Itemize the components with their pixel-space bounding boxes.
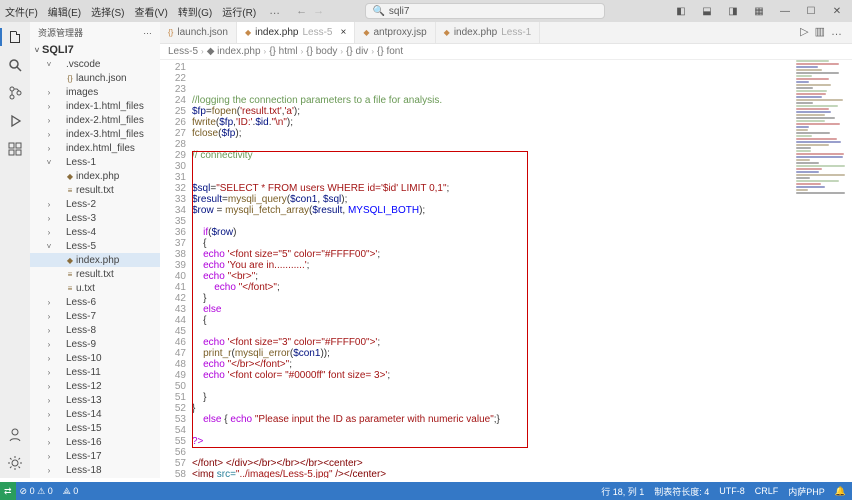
settings-icon[interactable] [6, 454, 24, 472]
tree-file[interactable]: ≡result.txt [30, 183, 160, 197]
status-errors[interactable]: ⊘ 0 ⚠ 0 [20, 486, 53, 497]
editor-tab[interactable]: ◆index.phpLess-5× [237, 22, 355, 43]
status-bell-icon[interactable]: 🔔 [835, 486, 846, 497]
layout-panel-bottom-icon[interactable]: ⬓ [698, 6, 716, 17]
tree-folder[interactable]: ˅Less-1 [30, 155, 160, 169]
minimap[interactable] [796, 60, 852, 230]
tree-file[interactable]: ≡result.txt [30, 267, 160, 281]
editor-tab[interactable]: ◆antproxy.jsp [355, 22, 435, 43]
search-text: sqli7 [389, 6, 410, 17]
layout-customize-icon[interactable]: ▦ [750, 6, 768, 17]
tree-folder[interactable]: ›index-2.html_files [30, 113, 160, 127]
menubar: 文件(F)编辑(E)选择(S)查看(V)转到(G)运行(R) [0, 0, 261, 22]
status-encoding[interactable]: UTF-8 [719, 486, 745, 496]
tree-folder[interactable]: ›Less-6 [30, 295, 160, 309]
tree-folder[interactable]: ›Less-14 [30, 407, 160, 421]
tree-folder[interactable]: ˅Less-5 [30, 239, 160, 253]
file-tree: ˅.vscode{}launch.json›images›index-1.htm… [30, 57, 160, 478]
run-icon[interactable]: ▷ [800, 25, 808, 38]
tree-file[interactable]: ◆index.php [30, 253, 160, 267]
activity-bar [0, 22, 30, 478]
menu-item[interactable]: 运行(R) [217, 4, 261, 19]
remote-icon[interactable]: ⇄ [0, 482, 16, 500]
tree-file[interactable]: ◆index.php [30, 169, 160, 183]
tree-folder[interactable]: ›Less-8 [30, 323, 160, 337]
breadcrumb-item[interactable]: {} font [377, 46, 403, 57]
editor-tab[interactable]: ◆index.phpLess-1 [436, 22, 541, 43]
command-center[interactable]: 🔍 sqli7 [365, 3, 605, 19]
search-icon: 🔍 [372, 6, 384, 17]
sidebar-more-icon[interactable]: … [143, 26, 152, 39]
tree-folder[interactable]: ›images [30, 85, 160, 99]
tree-folder[interactable]: ›Less-9 [30, 337, 160, 351]
tree-file[interactable]: {}launch.json [30, 71, 160, 85]
tree-root[interactable]: ˅SQLI7 [30, 43, 160, 57]
editor-tabs: {}launch.json◆index.phpLess-5×◆antproxy.… [160, 22, 852, 44]
menu-overflow[interactable]: … [261, 5, 288, 17]
breadcrumb-item[interactable]: Less-5 [168, 46, 198, 57]
status-ports[interactable]: ⟁ 0 [63, 486, 79, 497]
tree-folder[interactable]: ˅.vscode [30, 57, 160, 71]
status-eol[interactable]: CRLF [755, 486, 779, 496]
split-icon[interactable]: ▥ [815, 25, 825, 38]
breadcrumb-item[interactable]: {} div [346, 46, 368, 57]
tree-file[interactable]: ≡u.txt [30, 281, 160, 295]
tree-folder[interactable]: ›Less-16 [30, 435, 160, 449]
sidebar-title: 资源管理器 [38, 26, 83, 39]
layout-panel-left-icon[interactable]: ◧ [672, 6, 690, 17]
sidebar: 资源管理器 … ˅SQLI7 ˅.vscode{}launch.json›ima… [30, 22, 160, 478]
menu-item[interactable]: 查看(V) [129, 4, 172, 19]
debug-icon[interactable] [6, 112, 24, 130]
tree-folder[interactable]: ›Less-7 [30, 309, 160, 323]
status-lang[interactable]: 内萨PHP [788, 485, 825, 498]
maximize-icon[interactable]: ☐ [802, 6, 820, 17]
tree-folder[interactable]: ›Less-12 [30, 379, 160, 393]
menu-item[interactable]: 文件(F) [0, 4, 43, 19]
tree-folder[interactable]: ›Less-18 [30, 463, 160, 477]
tree-folder[interactable]: ›Less-15 [30, 421, 160, 435]
status-position[interactable]: 行 18, 列 1 [601, 485, 644, 498]
menu-item[interactable]: 转到(G) [173, 4, 217, 19]
tree-folder[interactable]: ›Less-17 [30, 449, 160, 463]
breadcrumb-item[interactable]: {} html [269, 46, 297, 57]
explorer-icon[interactable] [0, 28, 28, 46]
layout-panel-right-icon[interactable]: ◨ [724, 6, 742, 17]
tree-folder[interactable]: ›Less-10 [30, 351, 160, 365]
breadcrumb-item[interactable]: {} body [306, 46, 337, 57]
nav-fwd-icon[interactable]: → [313, 5, 324, 17]
tab-close-icon[interactable]: × [340, 27, 346, 38]
nav-back-icon[interactable]: ← [296, 5, 307, 17]
status-bar: ⇄ ⊘ 0 ⚠ 0 ⟁ 0 行 18, 列 1 制表符长度: 4 UTF-8 C… [0, 482, 852, 500]
breadcrumb[interactable]: Less-5›◆ index.php›{} html›{} body›{} di… [160, 44, 852, 60]
more-icon[interactable]: … [831, 26, 842, 38]
tree-folder[interactable]: ›Less-11 [30, 365, 160, 379]
tree-folder[interactable]: ›index-3.html_files [30, 127, 160, 141]
minimize-icon[interactable]: — [776, 6, 794, 17]
status-tabsize[interactable]: 制表符长度: 4 [654, 485, 709, 498]
code-editor[interactable]: //logging the connection parameters to a… [192, 60, 852, 478]
menu-item[interactable]: 编辑(E) [43, 4, 86, 19]
tree-folder[interactable]: ›Less-13 [30, 393, 160, 407]
tree-folder[interactable]: ›Less-19 [30, 477, 160, 478]
tree-folder[interactable]: ›Less-3 [30, 211, 160, 225]
extensions-icon[interactable] [6, 140, 24, 158]
tree-folder[interactable]: ›Less-2 [30, 197, 160, 211]
tree-folder[interactable]: ›index.html_files [30, 141, 160, 155]
search-tab-icon[interactable] [6, 56, 24, 74]
tree-folder[interactable]: ›Less-4 [30, 225, 160, 239]
breadcrumb-item[interactable]: ◆ index.php [207, 46, 261, 57]
scm-icon[interactable] [6, 84, 24, 102]
tree-folder[interactable]: ›index-1.html_files [30, 99, 160, 113]
editor-tab[interactable]: {}launch.json [160, 22, 237, 43]
line-numbers: 2122232425262728293031323334353637383940… [160, 60, 192, 478]
account-icon[interactable] [6, 426, 24, 444]
menu-item[interactable]: 选择(S) [86, 4, 129, 19]
close-icon[interactable]: ✕ [828, 6, 846, 17]
